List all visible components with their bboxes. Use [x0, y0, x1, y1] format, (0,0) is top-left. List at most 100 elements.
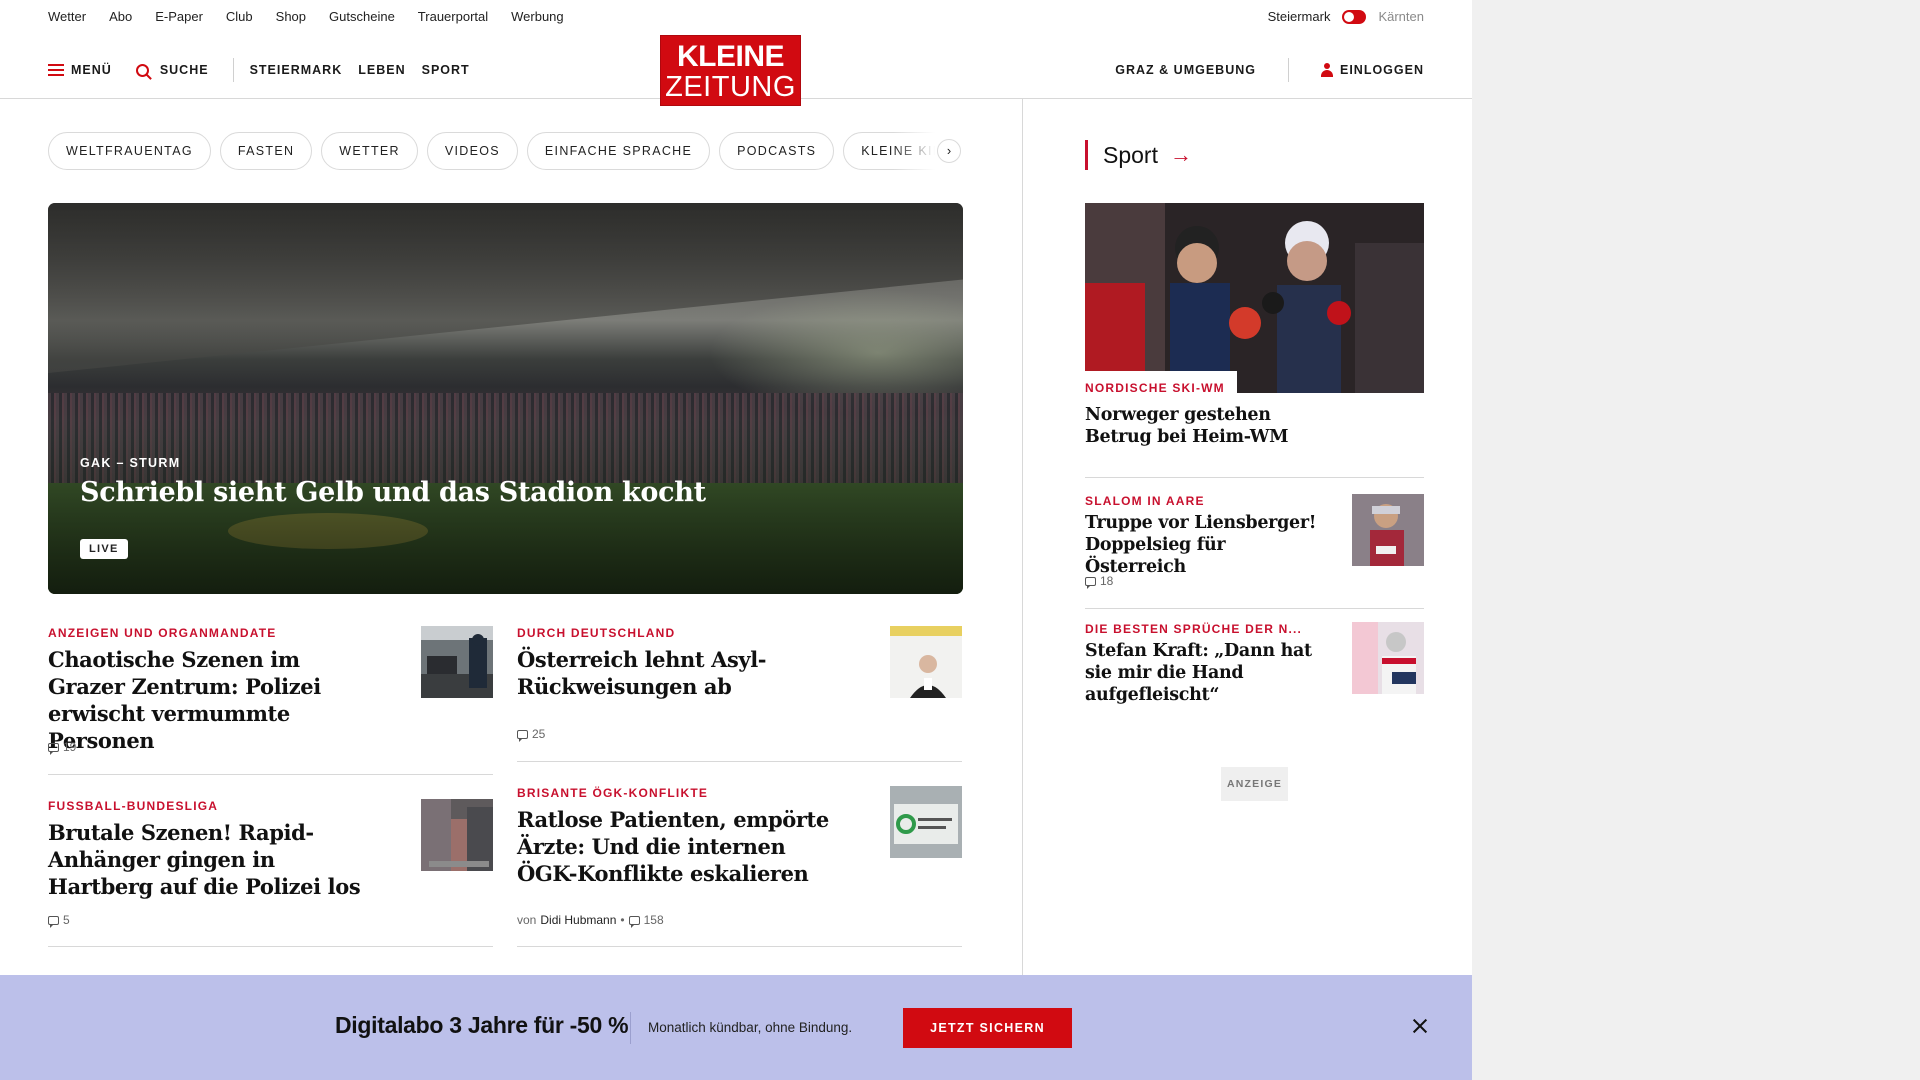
- kleine-zeitung-logo[interactable]: KLEINE ZEITUNG: [660, 35, 801, 106]
- article-thumbnail[interactable]: [890, 786, 962, 858]
- article-teaser[interactable]: FUSSBALL-BUNDESLIGA Brutale Szenen! Rapi…: [48, 799, 493, 947]
- promo-headline: Digitalabo 3 Jahre für -50 %: [335, 1012, 629, 1038]
- utility-link-trauerportal[interactable]: Trauerportal: [418, 9, 488, 24]
- column-divider: [1022, 99, 1023, 979]
- sidebar-thumbnail[interactable]: [1352, 494, 1424, 566]
- comment-count[interactable]: 25: [517, 727, 546, 742]
- pills-next-button[interactable]: ›: [937, 139, 961, 163]
- pill-podcasts[interactable]: PODCASTS: [719, 132, 835, 170]
- menu-button[interactable]: MENÜ: [48, 63, 112, 77]
- article-kicker: FUSSBALL-BUNDESLIGA: [48, 799, 219, 813]
- article-thumbnail[interactable]: [890, 626, 962, 698]
- article-teaser[interactable]: ANZEIGEN UND ORGANMANDATE Chaotische Sze…: [48, 626, 493, 775]
- author-link[interactable]: Didi Hubmann: [540, 913, 616, 927]
- article-teaser[interactable]: BRISANTE ÖGK-KONFLIKTE Ratlose Patienten…: [517, 786, 962, 947]
- sidebar-kicker: DIE BESTEN SPRÜCHE DER N...: [1085, 622, 1303, 636]
- search-icon: [135, 63, 149, 77]
- utility-link-shop[interactable]: Shop: [276, 9, 306, 24]
- search-label: SUCHE: [159, 63, 209, 77]
- region-link[interactable]: GRAZ & UMGEBUNG: [1115, 63, 1256, 77]
- utility-link-werbung[interactable]: Werbung: [511, 9, 564, 24]
- sidebar-top-kicker: NORDISCHE SKI-WM: [1085, 371, 1237, 395]
- comment-count-value: 18: [1100, 574, 1114, 588]
- close-icon[interactable]: [1407, 1013, 1433, 1039]
- region-steiermark[interactable]: Steiermark: [1268, 9, 1331, 24]
- page: Wetter Abo E-Paper Club Shop Gutscheine …: [0, 0, 1472, 1080]
- comment-count-value: 25: [532, 727, 546, 741]
- sidebar-top-title[interactable]: Norweger gestehen Betrug bei Heim-WM: [1085, 404, 1335, 448]
- hero-kicker: GAK – STURM: [80, 456, 181, 470]
- sport-section-link[interactable]: Sport →: [1085, 140, 1192, 170]
- nav-sport[interactable]: SPORT: [422, 63, 470, 77]
- article-title[interactable]: Brutale Szenen! Rapid-Anhänger gingen in…: [48, 819, 378, 900]
- main-header: MENÜ SUCHE STEIERMARK LEBEN SPORT KLEINE…: [0, 34, 1472, 106]
- meta-dot: •: [620, 913, 625, 927]
- utility-link-epaper[interactable]: E-Paper: [155, 9, 203, 24]
- article-kicker: DURCH DEUTSCHLAND: [517, 626, 676, 640]
- nav-divider-right: [1287, 58, 1289, 82]
- comment-icon: [517, 729, 528, 742]
- sidebar-thumbnail[interactable]: [1352, 622, 1424, 694]
- header-left-nav: MENÜ SUCHE STEIERMARK LEBEN SPORT: [48, 58, 470, 82]
- pill-videos[interactable]: VIDEOS: [426, 132, 518, 170]
- sidebar-teaser[interactable]: DIE BESTEN SPRÜCHE DER N... Stefan Kraft…: [1085, 622, 1424, 705]
- arrow-right-icon: →: [1169, 142, 1192, 167]
- logo-line-2: ZEITUNG: [665, 71, 796, 103]
- subscription-banner: Digitalabo 3 Jahre für -50 % Monatlich k…: [0, 975, 1472, 1080]
- region-toggle[interactable]: [1342, 9, 1367, 24]
- sidebar-top-teaser[interactable]: NORDISCHE SKI-WM Norweger gestehen Betru…: [1085, 203, 1424, 478]
- sidebar-title[interactable]: Stefan Kraft: „Dann hat sie mir die Hand…: [1085, 640, 1330, 706]
- hero-teaser[interactable]: GAK – STURM Schriebl sieht Gelb und das …: [48, 203, 963, 594]
- comment-count-value[interactable]: 158: [644, 913, 664, 927]
- sport-section-title: Sport: [1103, 141, 1158, 168]
- sidebar-top-image: [1085, 203, 1424, 393]
- utility-link-abo[interactable]: Abo: [109, 9, 132, 24]
- utility-link-wetter[interactable]: Wetter: [48, 9, 86, 24]
- nav-divider: [232, 58, 234, 82]
- topic-pills: WELTFRAUENTAG FASTEN WETTER VIDEOS EINFA…: [48, 132, 963, 170]
- pill-weltfrauentag[interactable]: WELTFRAUENTAG: [48, 132, 211, 170]
- article-title[interactable]: Ratlose Patienten, empörte Ärzte: Und di…: [517, 806, 847, 887]
- search-button[interactable]: SUCHE: [135, 63, 209, 77]
- promo-subtext: Monatlich kündbar, ohne Bindung.: [648, 1020, 853, 1035]
- promo-divider: [630, 1012, 631, 1044]
- comment-icon: [1085, 576, 1096, 589]
- ad-label: ANZEIGE: [1221, 767, 1288, 801]
- comment-count[interactable]: 19: [48, 740, 76, 755]
- author-prefix: von: [517, 913, 537, 927]
- utility-link-club[interactable]: Club: [226, 9, 253, 24]
- comment-icon: [48, 915, 59, 928]
- region-kaernten[interactable]: Kärnten: [1378, 9, 1424, 24]
- sidebar-teaser[interactable]: SLALOM IN AARE Truppe vor Liensberger! D…: [1085, 494, 1424, 609]
- login-button[interactable]: EINLOGGEN: [1320, 63, 1424, 77]
- nav-steiermark[interactable]: STEIERMARK: [250, 63, 343, 77]
- pill-wetter[interactable]: WETTER: [321, 132, 418, 170]
- pill-einfache-sprache[interactable]: EINFACHE SPRACHE: [526, 132, 711, 170]
- header-right-nav: GRAZ & UMGEBUNG EINLOGGEN: [1115, 58, 1424, 82]
- article-thumbnail[interactable]: [421, 799, 493, 871]
- article-kicker: ANZEIGEN UND ORGANMANDATE: [48, 626, 277, 640]
- article-teaser[interactable]: DURCH DEUTSCHLAND Österreich lehnt Asyl-…: [517, 626, 962, 762]
- utility-link-gutscheine[interactable]: Gutscheine: [329, 9, 395, 24]
- region-switch: Steiermark Kärnten: [1268, 9, 1424, 24]
- comment-count[interactable]: 5: [48, 913, 70, 928]
- sidebar-title[interactable]: Truppe vor Liensberger! Doppelsieg für Ö…: [1085, 512, 1330, 578]
- hero-title[interactable]: Schriebl sieht Gelb und das Stadion koch…: [80, 477, 706, 508]
- hamburger-icon: [48, 64, 64, 76]
- pill-fasten[interactable]: FASTEN: [219, 132, 313, 170]
- sidebar-kicker: SLALOM IN AARE: [1085, 494, 1205, 508]
- comment-icon: [48, 742, 59, 755]
- user-icon: [1320, 63, 1333, 77]
- article-thumbnail[interactable]: [421, 626, 493, 698]
- comment-count-value: 5: [63, 913, 70, 927]
- logo-line-1: KLEINE: [676, 40, 785, 73]
- article-title[interactable]: Chaotische Szenen im Grazer Zentrum: Pol…: [48, 646, 378, 754]
- menu-label: MENÜ: [71, 63, 112, 77]
- nav-leben[interactable]: LEBEN: [358, 63, 405, 77]
- article-title[interactable]: Österreich lehnt Asyl-Rückweisungen ab: [517, 646, 847, 700]
- article-kicker: BRISANTE ÖGK-KONFLIKTE: [517, 786, 709, 800]
- comment-count[interactable]: 18: [1085, 574, 1114, 589]
- hero-image-shade: [48, 203, 963, 594]
- jetzt-sichern-button[interactable]: JETZT SICHERN: [903, 1008, 1072, 1048]
- login-label: EINLOGGEN: [1339, 63, 1424, 77]
